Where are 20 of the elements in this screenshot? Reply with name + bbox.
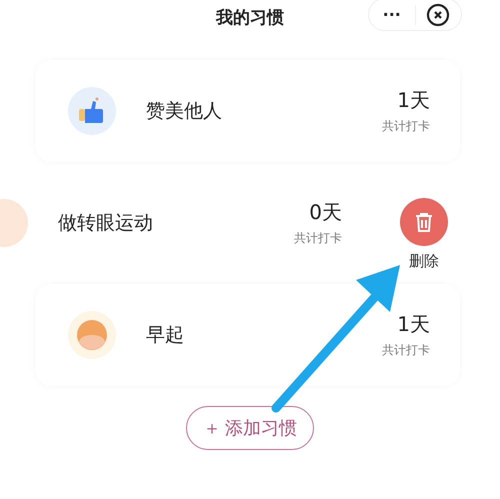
trash-icon (415, 212, 433, 232)
delete-label: 删除 (409, 252, 439, 271)
habit-card[interactable]: 早起 1天 共计打卡 (35, 284, 460, 386)
habit-name: 做转眼运动 (58, 211, 154, 236)
page-title: 我的习惯 (216, 6, 284, 28)
more-button[interactable]: ··· (369, 5, 414, 24)
habit-name: 早起 (146, 323, 185, 348)
day-count: 1天 (397, 87, 430, 114)
habit-card[interactable]: 赞美他人 1天 共计打卡 (35, 60, 460, 162)
habit-name: 赞美他人 (146, 99, 223, 124)
checkin-caption: 共计打卡 (294, 230, 342, 247)
checkin-caption: 共计打卡 (382, 118, 430, 135)
close-icon (426, 2, 450, 26)
delete-button[interactable] (400, 198, 448, 246)
thumbs-up-icon (68, 87, 116, 135)
day-count: 0天 (309, 199, 342, 226)
day-count: 1天 (397, 311, 430, 338)
checkin-caption: 共计打卡 (382, 342, 430, 359)
add-habit-button[interactable]: ＋ 添加习惯 (186, 406, 314, 450)
sunrise-icon (68, 311, 116, 359)
